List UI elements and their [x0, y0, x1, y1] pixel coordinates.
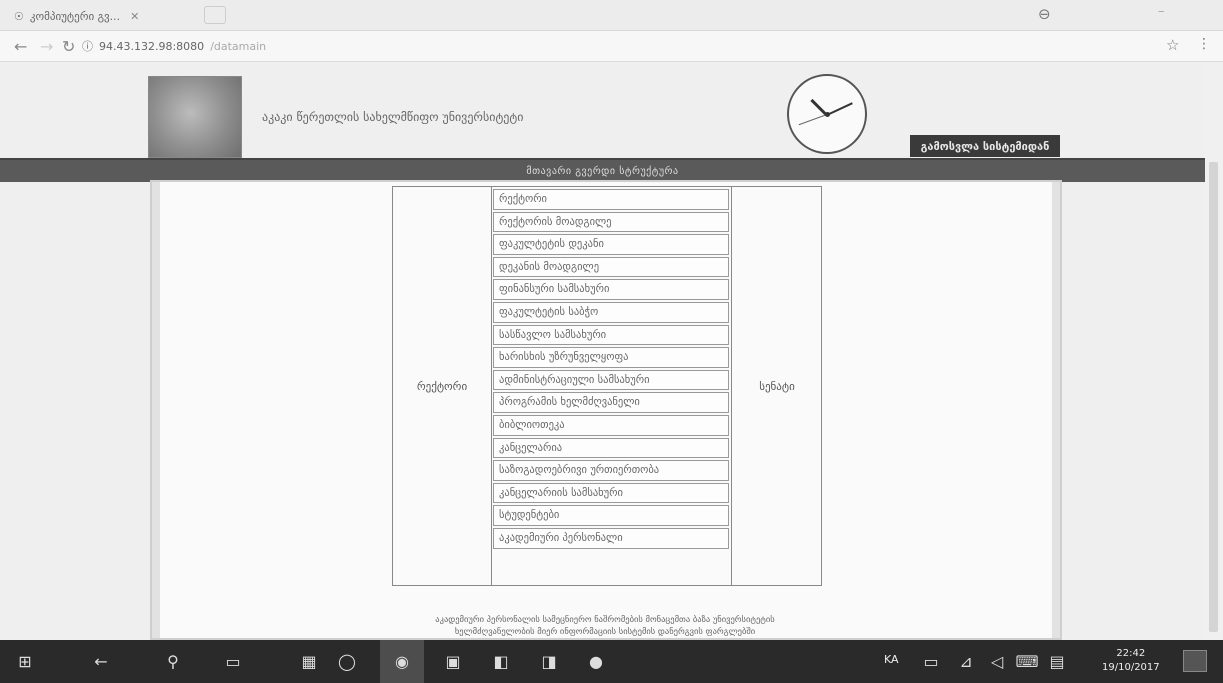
- battery-icon[interactable]: ▭: [920, 651, 942, 671]
- notification-center-icon[interactable]: [1183, 650, 1207, 672]
- logout-button[interactable]: გამოსვლა სისტემიდან: [910, 135, 1060, 157]
- university-logo: [148, 76, 242, 158]
- taskbar-date: 19/10/2017: [1102, 662, 1160, 673]
- new-tab-button[interactable]: [204, 6, 226, 24]
- structure-right-cell: სენატი: [731, 187, 822, 585]
- unit-item[interactable]: პროგრამის ხელმძღვანელი: [493, 392, 729, 413]
- windows-taskbar: ⊞ ← ⚲ ▭ ▦ ◯ ◉ ▣ ◧ ◨ ● KA ▭ ⊿ ◁ ⌨ ▤ 22:42…: [0, 640, 1223, 683]
- unit-item[interactable]: დეკანის მოადგილე: [493, 256, 729, 278]
- footer-note-line-1: აკადემიური პერსონალის სამეცნიერო ნაშრომე…: [435, 615, 775, 625]
- back-arrow-icon[interactable]: ←: [14, 37, 27, 56]
- bookmark-star-icon[interactable]: ☆: [1166, 36, 1179, 54]
- unit-item[interactable]: სასწავლო სამსახური: [493, 324, 729, 346]
- info-icon[interactable]: ⓘ: [82, 38, 93, 54]
- main-menu-bar[interactable]: მთავარი გვერდი სტრუქტურა: [0, 158, 1205, 182]
- footer-note: აკადემიური პერსონალის სამეცნიერო ნაშრომე…: [160, 614, 1050, 640]
- save-app-icon[interactable]: ▣: [442, 651, 464, 671]
- display-icon[interactable]: ▤: [1046, 651, 1068, 671]
- unit-item[interactable]: ფაკულტეტის საბჭო: [493, 301, 729, 323]
- language-indicator[interactable]: KA: [884, 653, 899, 666]
- scrollbar-thumb[interactable]: [1209, 162, 1218, 632]
- reload-icon[interactable]: ↻: [62, 37, 75, 56]
- network-icon[interactable]: ⊿: [955, 651, 977, 671]
- menu-bar-label[interactable]: მთავარი გვერდი სტრუქტურა: [526, 166, 678, 177]
- footer-note-line-2: ხელმძღვანელობის მიერ ინფორმაციის სისტემი…: [454, 627, 756, 637]
- profile-icon[interactable]: ⊖: [1038, 5, 1051, 23]
- unit-item[interactable]: საზოგადოებრივი ურთიერთობა: [493, 460, 729, 481]
- browser-menu-icon[interactable]: ⋮: [1197, 36, 1211, 52]
- forward-arrow-icon[interactable]: →: [40, 37, 53, 56]
- keyboard-icon[interactable]: ⌨: [1015, 651, 1038, 671]
- clock-center: [825, 112, 830, 117]
- unit-list: რექტორი რექტორის მოადგილე ფაკულტეტის დეკ…: [493, 189, 729, 551]
- clock-minute-hand: [826, 102, 853, 116]
- unit-item[interactable]: აკადემიური პერსონალი: [493, 527, 729, 549]
- unit-item[interactable]: ხარისხის უზრუნველყოფა: [493, 347, 729, 368]
- content-panel: რექტორი რექტორი რექტორის მოადგილე ფაკულტ…: [150, 180, 1062, 640]
- unit-item[interactable]: ფინანსური სამსახური: [493, 279, 729, 300]
- unit-item[interactable]: სტუდენტები: [493, 505, 729, 526]
- clock-icon: [787, 74, 867, 154]
- browser-toolbar: ← → ↻ ⓘ 94.43.132.98:8080/datamain ☆ ⋮: [0, 31, 1223, 62]
- store-icon[interactable]: ◧: [490, 651, 512, 671]
- window-control-icon[interactable]: –: [1158, 4, 1165, 19]
- office-icon[interactable]: ◨: [538, 651, 560, 671]
- unit-item[interactable]: რექტორის მოადგილე: [493, 211, 729, 233]
- browser-tab-bar: ☉ კომპიუტერი გვ... ✕ ⊖ –: [0, 0, 1223, 31]
- unit-item[interactable]: კანცელარია: [493, 437, 729, 459]
- back-icon[interactable]: ←: [90, 651, 112, 671]
- page-viewport: აკაკი წერეთლის სახელმწიფო უნივერსიტეტი გ…: [0, 62, 1205, 640]
- close-tab-icon[interactable]: ✕: [130, 10, 139, 23]
- unit-item[interactable]: კანცელარიის სამსახური: [493, 482, 729, 504]
- volume-icon[interactable]: ◁: [986, 651, 1008, 671]
- structure-left-cell: რექტორი: [393, 187, 492, 585]
- unit-item[interactable]: ბიბლიოთეკა: [493, 414, 729, 436]
- url-path: /datamain: [210, 39, 267, 53]
- unit-item[interactable]: რექტორი: [493, 189, 729, 210]
- unit-item[interactable]: ადმინისტრაციული სამსახური: [493, 369, 729, 391]
- url-host: 94.43.132.98:8080: [99, 39, 205, 53]
- file-explorer-icon[interactable]: ▦: [298, 651, 320, 671]
- task-view-icon[interactable]: ▭: [222, 651, 244, 671]
- address-bar[interactable]: ⓘ 94.43.132.98:8080/datamain: [82, 36, 1162, 56]
- site-title: აკაკი წერეთლის სახელმწიფო უნივერსიტეტი: [262, 110, 524, 124]
- structure-table: რექტორი რექტორი რექტორის მოადგილე ფაკულტ…: [392, 186, 822, 586]
- taskbar-time: 22:42: [1116, 648, 1146, 659]
- vertical-scrollbar[interactable]: [1205, 62, 1223, 640]
- structure-left-label: რექტორი: [416, 379, 468, 393]
- windows-start-icon[interactable]: ⊞: [14, 651, 36, 671]
- app-circle-icon[interactable]: ●: [585, 651, 607, 671]
- search-icon[interactable]: ⚲: [162, 651, 184, 671]
- tab-title: კომპიუტერი გვ...: [29, 9, 121, 23]
- structure-right-label: სენატი: [759, 379, 795, 393]
- browser-tab[interactable]: ☉ კომპიუტერი გვ... ✕: [14, 4, 194, 28]
- page-favicon-icon: ☉: [14, 9, 24, 23]
- clock-second-hand: [798, 114, 828, 126]
- opera-icon[interactable]: ◯: [336, 651, 358, 671]
- unit-item[interactable]: ფაკულტეტის დეკანი: [493, 234, 729, 255]
- taskbar-clock[interactable]: 22:42 19/10/2017: [1102, 647, 1160, 675]
- chrome-icon[interactable]: ◉: [391, 651, 413, 671]
